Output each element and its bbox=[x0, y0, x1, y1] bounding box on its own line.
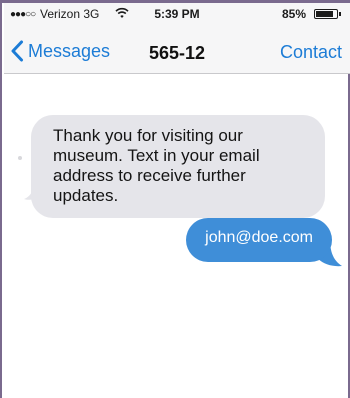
battery-percentage: 85% bbox=[281, 7, 306, 21]
contact-button[interactable]: Contact bbox=[280, 42, 342, 63]
decorative-dot bbox=[18, 156, 22, 160]
battery-tip bbox=[339, 12, 341, 16]
incoming-message[interactable]: Thank you for visiting our museum. Text … bbox=[31, 115, 325, 218]
battery-icon bbox=[314, 9, 338, 19]
status-bar: ●●●○○ Verizon 3G 5:39 PM 85% bbox=[4, 3, 350, 25]
message-thread: Thank you for visiting our museum. Text … bbox=[4, 74, 350, 398]
navigation-bar: Messages 565-12 Contact bbox=[4, 33, 350, 69]
phone-screen: ●●●○○ Verizon 3G 5:39 PM 85% Messages 56… bbox=[0, 0, 350, 398]
outgoing-message[interactable]: john@doe.com bbox=[186, 218, 332, 262]
messages-header: ●●●○○ Verizon 3G 5:39 PM 85% Messages 56… bbox=[4, 3, 350, 74]
battery-level bbox=[316, 11, 333, 17]
